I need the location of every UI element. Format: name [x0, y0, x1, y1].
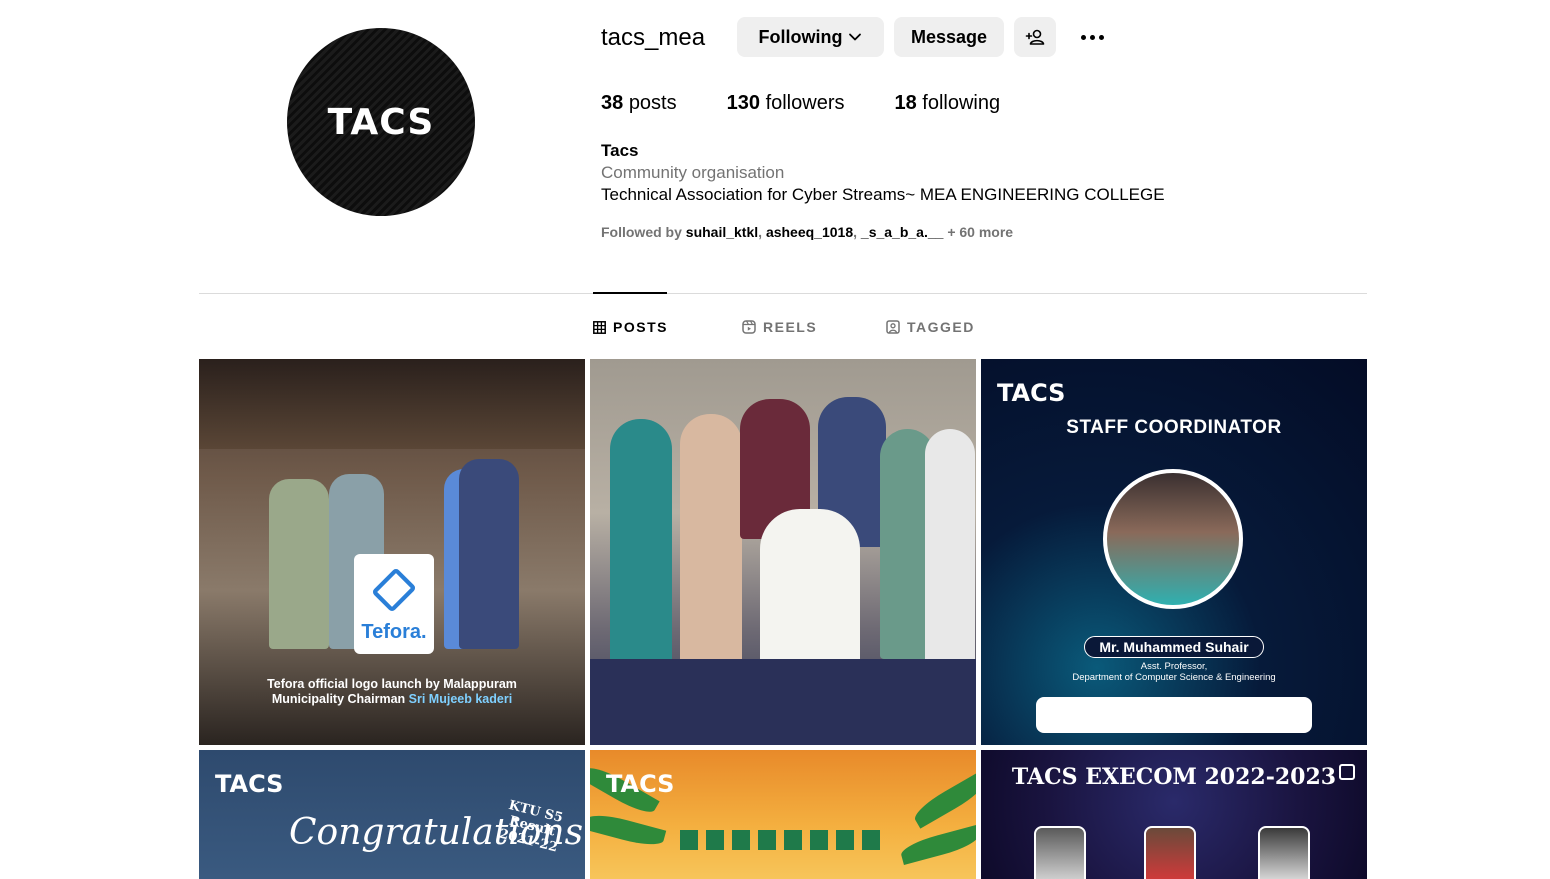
post-1-caption-line1: Tefora official logo launch by Malappura… — [267, 677, 517, 691]
post-1-shelf — [199, 359, 585, 449]
more-icon — [1080, 34, 1104, 40]
post-5-leaf — [590, 809, 667, 851]
active-tab-indicator — [593, 292, 667, 294]
posts-count-stat: 38 posts — [601, 92, 677, 115]
post-1-card-text: Tefora. — [361, 620, 427, 643]
post-thumbnail-5[interactable]: TACS — [590, 750, 976, 879]
message-button-label: Message — [910, 26, 988, 47]
tab-reels-label: REELS — [763, 319, 818, 335]
posts-count-label: posts — [628, 92, 677, 114]
post-thumbnail-6[interactable]: TACS EXECOM 2022-2023 — [981, 750, 1367, 879]
profile-username: tacs_mea — [601, 24, 706, 51]
post-thumbnail-4[interactable]: TACS Congratulations KTU S5 Result 2021-… — [199, 750, 585, 879]
profile-stats: 38 posts 130 followers 18 following — [601, 92, 1050, 115]
post-2-person — [610, 419, 672, 669]
post-4-logo: TACS — [215, 770, 284, 798]
tab-tagged[interactable]: TAGGED — [886, 316, 975, 338]
post-1-caption: Tefora official logo launch by Malappura… — [199, 677, 585, 707]
post-thumbnail-1[interactable]: Tefora. Tefora official logo launch by M… — [199, 359, 585, 745]
post-6-title: TACS EXECOM 2022-2023 — [1011, 764, 1337, 790]
followed-by-user-2[interactable]: asheeq_1018 — [766, 224, 853, 240]
tab-tagged-label: TAGGED — [907, 319, 975, 335]
post-thumbnail-3[interactable]: TACS STAFF COORDINATOR Mr. Muhammed Suha… — [981, 359, 1367, 745]
post-1-logo-card: Tefora. — [354, 554, 434, 654]
tab-posts[interactable]: POSTS — [593, 316, 668, 338]
profile-bio: Tacs Community organisation Technical As… — [601, 141, 1301, 206]
post-5-leaf — [910, 771, 976, 829]
profile-display-name: Tacs — [601, 141, 639, 160]
post-6-member-photo — [1034, 826, 1086, 879]
post-1-person — [269, 479, 329, 649]
post-3-role-line2: Department of Computer Science & Enginee… — [1072, 672, 1276, 683]
post-thumbnail-2[interactable] — [590, 359, 976, 745]
post-3-title: STAFF COORDINATOR — [1066, 417, 1282, 438]
post-1-caption-line2: Municipality Chairman Sri Mujeeb kaderi — [199, 692, 585, 707]
carousel-icon — [1339, 764, 1355, 780]
followed-by-prefix: Followed by — [601, 224, 686, 240]
profile-avatar[interactable]: TACS — [287, 28, 475, 216]
followed-by-user-1[interactable]: suhail_ktkl — [686, 224, 758, 240]
post-1-caption-highlight: Sri Mujeeb kaderi — [408, 692, 513, 706]
following-stat[interactable]: 18 following — [894, 92, 1000, 115]
tab-reels[interactable]: REELS — [742, 316, 817, 338]
more-options-button[interactable] — [1072, 22, 1112, 52]
avatar-logo: TACS — [327, 101, 435, 143]
profile-bio-text: Technical Association for Cyber Streams~… — [601, 185, 1165, 204]
post-3-portrait — [1103, 469, 1243, 609]
following-count: 18 — [894, 92, 917, 114]
post-3-name: Mr. Muhammed Suhair — [1084, 636, 1264, 658]
followed-by-more: + 60 more — [943, 224, 1014, 240]
chevron-down-icon — [849, 33, 862, 41]
post-5-leaf — [898, 824, 976, 866]
following-button[interactable]: Following — [737, 17, 884, 57]
post-3-logo: TACS — [997, 379, 1066, 407]
followers-label: followers — [765, 92, 845, 114]
post-1-person — [459, 459, 519, 649]
reels-icon — [742, 320, 756, 334]
tabs-divider — [199, 293, 1367, 294]
tefora-logo-icon — [371, 566, 417, 613]
post-5-bunting — [680, 830, 880, 850]
followed-by-user-3[interactable]: _s_a_b_a.__ — [861, 224, 944, 240]
post-2-person — [680, 414, 742, 669]
following-button-label: Following — [758, 26, 843, 47]
post-5-logo: TACS — [606, 770, 675, 798]
post-3-department-banner — [1036, 697, 1312, 733]
post-3-role: Asst. Professor, Department of Computer … — [981, 661, 1367, 683]
add-user-icon — [1025, 29, 1045, 45]
post-3-role-line1: Asst. Professor, — [1140, 661, 1208, 672]
following-label: following — [922, 92, 1001, 114]
tab-posts-label: POSTS — [613, 319, 668, 335]
tagged-icon — [886, 320, 900, 334]
followed-by[interactable]: Followed by suhail_ktkl, asheeq_1018, _s… — [601, 224, 1013, 240]
post-6-member-photo — [1258, 826, 1310, 879]
profile-category: Community organisation — [601, 163, 785, 182]
followers-stat[interactable]: 130 followers — [727, 92, 845, 115]
post-6-member-photo — [1144, 826, 1196, 879]
message-button[interactable]: Message — [894, 17, 1004, 57]
post-2-carpet — [590, 659, 976, 745]
post-1-caption-line2-text: Municipality Chairman — [271, 692, 409, 706]
posts-count: 38 — [601, 92, 624, 114]
add-user-button[interactable] — [1014, 17, 1056, 57]
grid-icon — [593, 320, 606, 334]
post-2-person — [925, 429, 975, 669]
followers-count: 130 — [726, 92, 760, 114]
